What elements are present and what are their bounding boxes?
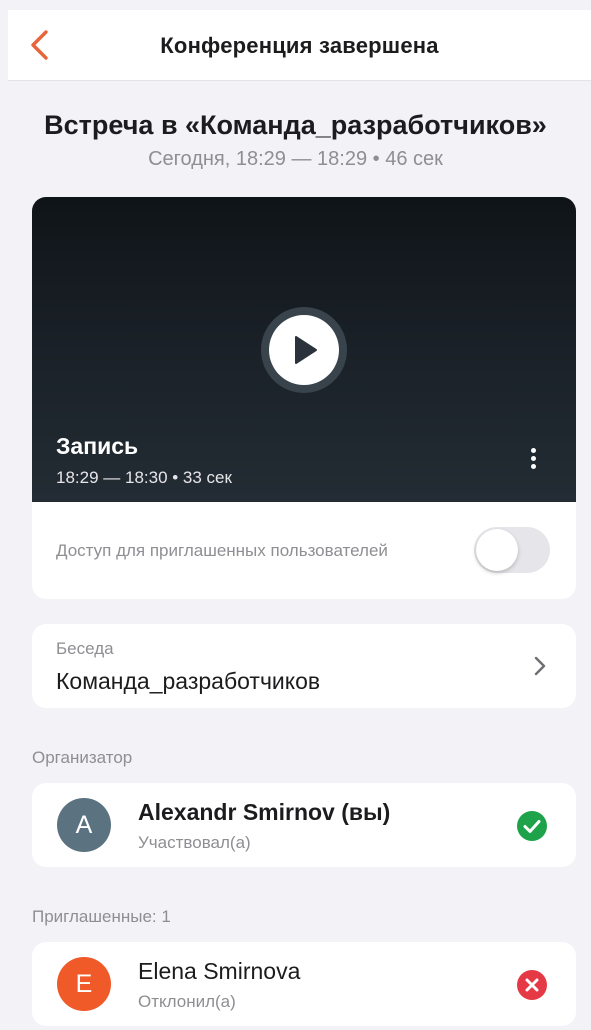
top-bar: Конференция завершена xyxy=(8,10,591,81)
check-circle-icon xyxy=(517,811,547,841)
organizer-row[interactable]: A Alexandr Smirnov (вы) Участвовал(а) xyxy=(32,783,576,867)
play-icon xyxy=(295,336,317,364)
chat-link[interactable]: Беседа Команда_разработчиков xyxy=(32,624,576,708)
meeting-title: Встреча в «Команда_разработчиков» xyxy=(44,110,547,140)
recording-title: Запись xyxy=(56,433,139,459)
invited-name: Elena Smirnova xyxy=(138,958,301,984)
video-preview[interactable]: Запись 18:29 — 18:30 • 33 сек xyxy=(32,197,576,502)
page-title: Конференция завершена xyxy=(160,33,439,58)
toggle-knob xyxy=(476,529,518,571)
invited-section-label: Приглашенные: 1 xyxy=(32,907,171,926)
avatar: A xyxy=(57,798,111,852)
organizer-status: Участвовал(а) xyxy=(138,833,251,852)
avatar: E xyxy=(57,957,111,1011)
invited-status: Отклонил(а) xyxy=(138,992,236,1011)
access-label: Доступ для приглашенных пользователей xyxy=(56,541,388,560)
close-circle-icon xyxy=(517,970,547,1000)
access-toggle[interactable] xyxy=(474,527,550,573)
organizer-section-label: Организатор xyxy=(32,748,133,767)
organizer-name: Alexandr Smirnov (вы) xyxy=(138,799,391,825)
invited-row[interactable]: E Elena Smirnova Отклонил(а) xyxy=(32,942,576,1026)
chat-name: Команда_разработчиков xyxy=(56,668,321,694)
play-button-circle[interactable] xyxy=(269,315,339,385)
play-button[interactable] xyxy=(261,307,347,393)
meeting-time: Сегодня, 18:29 — 18:29 • 46 сек xyxy=(148,148,443,170)
chat-label: Беседа xyxy=(56,639,114,658)
recording-time: 18:29 — 18:30 • 33 сек xyxy=(56,468,232,487)
more-vertical-icon[interactable] xyxy=(522,445,544,475)
recording-card: Запись 18:29 — 18:30 • 33 сек Доступ для… xyxy=(32,197,576,599)
chevron-right-icon xyxy=(534,656,546,676)
